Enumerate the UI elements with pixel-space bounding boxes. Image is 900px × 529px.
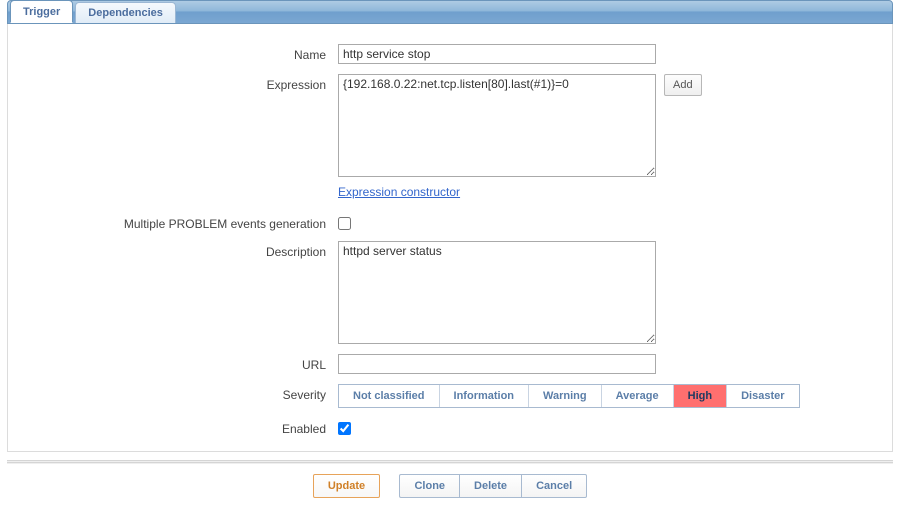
delete-button[interactable]: Delete — [459, 474, 521, 498]
url-input[interactable] — [338, 354, 656, 374]
severity-high[interactable]: High — [674, 385, 727, 407]
expression-textarea[interactable] — [338, 74, 656, 177]
tab-bar: Trigger Dependencies — [7, 0, 893, 24]
severity-disaster[interactable]: Disaster — [727, 385, 798, 407]
multiple-problem-label: Multiple PROBLEM events generation — [18, 213, 338, 231]
expression-label: Expression — [18, 74, 338, 92]
update-button[interactable]: Update — [313, 474, 380, 498]
name-input[interactable] — [338, 44, 656, 64]
severity-not-classified[interactable]: Not classified — [339, 385, 440, 407]
add-button[interactable]: Add — [664, 74, 702, 96]
severity-label: Severity — [18, 384, 338, 402]
form-container: Name Expression Add Expression construct… — [7, 24, 893, 452]
cancel-button[interactable]: Cancel — [521, 474, 587, 498]
enabled-checkbox[interactable] — [338, 422, 351, 435]
tab-dependencies[interactable]: Dependencies — [75, 2, 176, 23]
severity-warning[interactable]: Warning — [529, 385, 602, 407]
description-label: Description — [18, 241, 338, 259]
separator — [7, 460, 893, 462]
url-label: URL — [18, 354, 338, 372]
name-label: Name — [18, 44, 338, 62]
tab-trigger[interactable]: Trigger — [10, 0, 73, 23]
severity-average[interactable]: Average — [602, 385, 674, 407]
multiple-problem-checkbox[interactable] — [338, 217, 351, 230]
clone-button[interactable]: Clone — [399, 474, 459, 498]
severity-group: Not classified Information Warning Avera… — [338, 384, 800, 408]
enabled-label: Enabled — [18, 418, 338, 436]
footer-button-group: Clone Delete Cancel — [399, 474, 587, 498]
severity-information[interactable]: Information — [440, 385, 530, 407]
description-textarea[interactable] — [338, 241, 656, 344]
footer-buttons: Update Clone Delete Cancel — [7, 474, 893, 498]
expression-constructor-link[interactable]: Expression constructor — [338, 185, 460, 199]
